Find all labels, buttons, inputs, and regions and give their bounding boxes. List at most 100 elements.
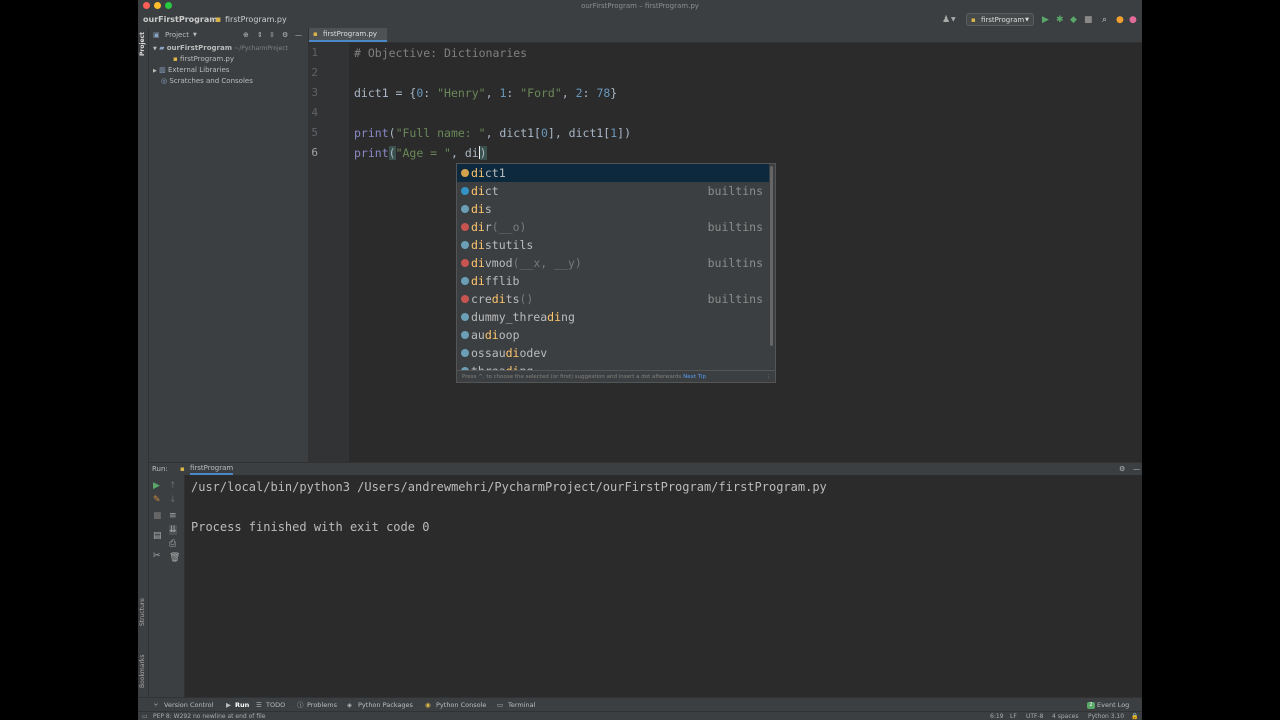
chevron-right-icon: ▶ bbox=[153, 68, 157, 74]
completion-item[interactable]: dis bbox=[457, 200, 769, 218]
tree-item-label: External Libraries bbox=[167, 66, 230, 74]
chevron-down-icon: ▼ bbox=[153, 46, 157, 52]
completion-kind-icon bbox=[461, 313, 469, 321]
completion-item[interactable]: audioop bbox=[457, 326, 769, 344]
python-file-icon: ▪ bbox=[173, 55, 178, 63]
completion-label: dir(__o) bbox=[471, 218, 526, 236]
scroll-down-icon[interactable]: ↓ bbox=[169, 495, 177, 505]
run-tab-firstprogram[interactable]: firstProgram bbox=[190, 463, 234, 475]
coverage-icon[interactable]: ◆ bbox=[1070, 15, 1077, 25]
breadcrumb-project[interactable]: ourFirstProgram bbox=[143, 12, 218, 28]
tool-tab-terminal[interactable]: Terminal bbox=[508, 698, 535, 712]
stop-icon[interactable]: ■ bbox=[153, 511, 162, 521]
completion-kind-icon bbox=[461, 241, 469, 249]
completion-source: builtins bbox=[707, 256, 763, 270]
tree-item-external-libraries[interactable]: ▶ ▥ External Libraries bbox=[153, 65, 229, 76]
completion-kind-icon bbox=[461, 223, 469, 231]
soft-wrap-icon[interactable]: ≡ bbox=[169, 511, 177, 521]
collapse-all-icon[interactable]: ⇕ bbox=[257, 28, 263, 42]
python-console-icon: ◉ bbox=[425, 701, 431, 709]
python-interpreter[interactable]: Python 3.10 bbox=[1088, 712, 1124, 720]
lock-icon[interactable]: 🔒 bbox=[1131, 712, 1138, 720]
tool-tab-event-log[interactable]: Event Log bbox=[1097, 698, 1129, 712]
scroll-to-end-icon[interactable]: ⇊ bbox=[169, 525, 177, 535]
run-panel-title: Run: bbox=[152, 465, 168, 473]
breadcrumb-file[interactable]: firstProgram.py bbox=[225, 12, 287, 28]
expand-all-icon[interactable]: ⇳ bbox=[269, 28, 275, 42]
completion-item[interactable]: credits() builtins bbox=[457, 290, 769, 308]
completion-text: ng bbox=[561, 310, 575, 324]
wrench-icon[interactable]: ✎ bbox=[153, 495, 161, 505]
status-toggle-icon[interactable]: ▭ bbox=[142, 712, 148, 720]
jetbrains-logo-icon[interactable]: ● bbox=[1129, 15, 1137, 25]
completion-item[interactable]: dict builtins bbox=[457, 182, 769, 200]
rerun-icon[interactable]: ▶ bbox=[153, 481, 160, 491]
stop-icon[interactable]: ■ bbox=[1084, 15, 1093, 25]
file-encoding[interactable]: UTF-8 bbox=[1026, 712, 1044, 720]
tab-firstprogram[interactable]: ▪ firstProgram.py bbox=[309, 28, 387, 42]
caret-position[interactable]: 6:19 bbox=[990, 712, 1003, 720]
hide-panel-icon[interactable]: — bbox=[1133, 463, 1140, 475]
code-token: ( bbox=[388, 146, 396, 160]
tree-item-scratches[interactable]: ◎ Scratches and Consoles bbox=[161, 76, 253, 86]
packages-icon: ◈ bbox=[347, 701, 352, 709]
run-icon[interactable]: ▶ bbox=[1042, 15, 1049, 25]
completion-item[interactable]: divmod(__x, __y) builtins bbox=[457, 254, 769, 272]
python-config-icon: ▪ bbox=[971, 16, 976, 24]
tree-item-file[interactable]: ▪ firstProgram.py bbox=[173, 54, 234, 64]
search-icon[interactable]: ⌕ bbox=[1102, 15, 1107, 25]
hide-panel-icon[interactable]: — bbox=[295, 28, 302, 42]
completion-text: au bbox=[471, 328, 485, 342]
tool-tab-python-console[interactable]: Python Console bbox=[436, 698, 486, 712]
gear-icon[interactable]: ⚙ bbox=[282, 28, 288, 42]
structure-tool-button[interactable]: Structure bbox=[139, 598, 146, 626]
typed-token: di bbox=[464, 146, 479, 160]
code-token: : bbox=[423, 86, 438, 100]
chevron-down-icon[interactable]: ▼ bbox=[193, 28, 197, 42]
locate-icon[interactable]: ⊕ bbox=[243, 28, 249, 42]
completion-item[interactable]: dummy_threading bbox=[457, 308, 769, 326]
user-icon[interactable]: ♟ bbox=[942, 15, 950, 25]
tree-item-label: Scratches and Consoles bbox=[169, 77, 253, 85]
terminal-icon: ▭ bbox=[497, 701, 504, 709]
completion-text: cre bbox=[471, 292, 492, 306]
layout-icon[interactable]: ▤ bbox=[153, 531, 162, 541]
next-tip-link[interactable]: Next Tip bbox=[683, 374, 706, 380]
completion-item[interactable]: dir(__o) builtins bbox=[457, 218, 769, 236]
project-view-select[interactable]: Project bbox=[165, 28, 189, 42]
print-icon[interactable]: ⎙ bbox=[169, 539, 176, 549]
chevron-down-icon: ▼ bbox=[1025, 17, 1029, 23]
popup-scrollbar[interactable] bbox=[770, 166, 773, 346]
pin-icon[interactable]: ✂ bbox=[153, 551, 161, 561]
tool-tab-todo[interactable]: TODO bbox=[266, 698, 285, 712]
chevron-down-icon[interactable]: ▼ bbox=[951, 15, 956, 25]
completion-item[interactable]: dict1 bbox=[457, 164, 769, 182]
builtin-token: print bbox=[354, 126, 389, 140]
completion-match: di bbox=[547, 310, 562, 324]
completion-item[interactable]: difflib bbox=[457, 272, 769, 290]
tool-tab-problems[interactable]: Problems bbox=[307, 698, 337, 712]
indent-setting[interactable]: 4 spaces bbox=[1052, 712, 1078, 720]
navigation-bar: ourFirstProgram › ▪ firstProgram.py ♟ ▼ … bbox=[138, 12, 1142, 29]
bookmarks-tool-button[interactable]: Bookmarks bbox=[139, 654, 146, 688]
completion-text: ct bbox=[484, 184, 499, 198]
project-tool-button[interactable]: Project bbox=[139, 32, 146, 56]
gear-icon[interactable]: ⚙ bbox=[1119, 463, 1125, 475]
updates-icon[interactable]: ● bbox=[1116, 15, 1124, 25]
debug-icon[interactable]: ✱ bbox=[1056, 15, 1064, 25]
completion-match: di bbox=[484, 328, 499, 342]
tool-tab-python-packages[interactable]: Python Packages bbox=[358, 698, 413, 712]
line-separator[interactable]: LF bbox=[1010, 712, 1017, 720]
trash-icon[interactable]: 🗑 bbox=[169, 553, 180, 563]
run-configuration-select[interactable]: ▪ firstProgram ▼ bbox=[966, 13, 1034, 26]
more-icon[interactable]: ⋮ bbox=[766, 371, 772, 382]
completion-item[interactable]: distutils bbox=[457, 236, 769, 254]
tool-tab-version-control[interactable]: Version Control bbox=[164, 698, 213, 712]
breadcrumb-separator: › bbox=[210, 15, 214, 24]
scroll-up-icon[interactable]: ↑ bbox=[169, 481, 177, 491]
code-completion-popup[interactable]: dict1 dict builtins dis dir(__o) builtins dist… bbox=[456, 163, 776, 383]
tree-item-project-root[interactable]: ▼ ▰ ourFirstProgram ~/PycharmProject bbox=[153, 43, 288, 54]
completion-item[interactable]: ossaudiodev bbox=[457, 344, 769, 362]
tool-tab-run[interactable]: Run bbox=[235, 698, 249, 712]
code-line-5: print("Full name: ", dict1[0], dict1[1]) bbox=[354, 123, 631, 143]
